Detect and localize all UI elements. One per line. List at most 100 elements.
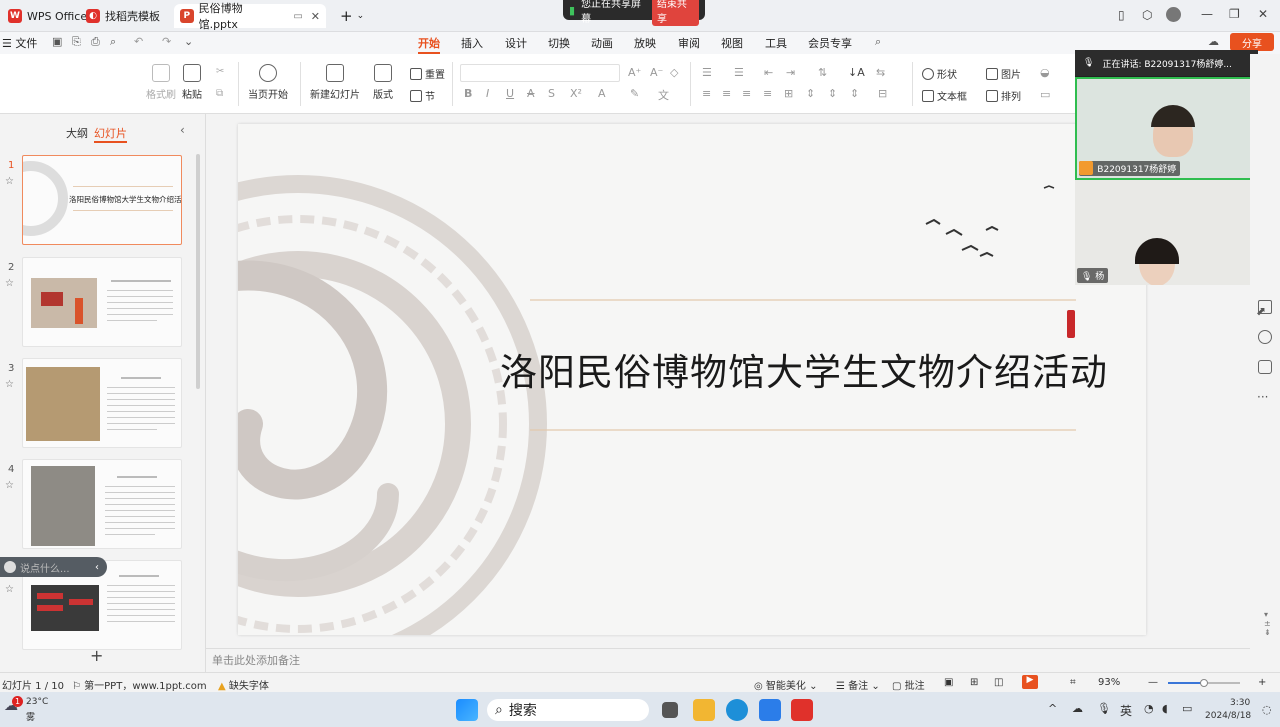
layout-icon[interactable]: ▯ xyxy=(1118,8,1125,22)
shape-button[interactable]: 形状 xyxy=(922,66,957,81)
restore-icon[interactable]: ❐ xyxy=(1229,7,1240,21)
tab-slideshow[interactable]: 放映 xyxy=(634,35,656,51)
bold-icon[interactable]: B xyxy=(464,87,472,100)
taskbar-search[interactable]: ⌕ 搜索 xyxy=(487,699,649,721)
print-icon[interactable]: ⎙ xyxy=(91,35,100,49)
paragraph-spacing-icon[interactable]: ⇕ xyxy=(828,87,837,100)
columns-icon[interactable]: ⇕ xyxy=(850,87,859,100)
normal-view-icon[interactable]: ▣ xyxy=(944,677,953,688)
text-direction-icon[interactable]: ⇅ xyxy=(818,66,827,79)
video-tile-1[interactable]: 🎙 B22091317杨舒婷 xyxy=(1075,77,1258,180)
zoom-slider[interactable] xyxy=(1168,679,1240,687)
add-slide-button[interactable]: + xyxy=(90,646,103,665)
avatar[interactable] xyxy=(1166,7,1181,22)
indent-increase-icon[interactable]: ⇥ xyxy=(786,66,795,79)
star-icon[interactable]: ☆ xyxy=(5,584,14,595)
skin-icon[interactable] xyxy=(1258,360,1272,374)
end-share-button[interactable]: 结束共享 xyxy=(651,0,699,26)
search-icon[interactable]: ⌕ xyxy=(875,35,881,49)
zoom-out-icon[interactable]: — xyxy=(1148,677,1158,688)
export-icon[interactable]: ⎘ xyxy=(72,35,81,49)
panel-scrollbar[interactable] xyxy=(196,154,200,389)
reading-view-icon[interactable]: ◫ xyxy=(994,677,1003,688)
distribute-icon[interactable]: ⊞ xyxy=(784,87,793,100)
collapse-panel-icon[interactable]: ‹ xyxy=(180,123,185,137)
strikethrough-icon[interactable]: A xyxy=(527,87,535,100)
menu-file[interactable]: ☰ 文件 xyxy=(2,35,37,51)
align-center-icon[interactable]: ≡ xyxy=(722,87,731,100)
emoji-icon[interactable] xyxy=(4,561,16,573)
missing-font[interactable]: ▲ 缺失字体 xyxy=(218,677,269,692)
italic-icon[interactable]: I xyxy=(486,87,489,100)
window-close-icon[interactable]: ✕ xyxy=(1258,7,1268,21)
zoom-in-icon[interactable]: + xyxy=(1258,677,1266,688)
cast-icon[interactable]: ▭ xyxy=(293,11,302,22)
volume-icon[interactable]: ◖ xyxy=(1162,702,1168,715)
line-spacing-icon[interactable]: ⇕ xyxy=(806,87,815,100)
start-icon[interactable] xyxy=(456,699,478,721)
preview-icon[interactable]: ⌕ xyxy=(110,35,116,49)
tray-expand-icon[interactable]: ^ xyxy=(1048,702,1057,715)
clock-time[interactable]: 3:30 xyxy=(1230,698,1250,708)
reset-button[interactable]: 重置 xyxy=(410,66,445,81)
tab-member[interactable]: 会员专享 xyxy=(808,35,852,51)
star-icon[interactable]: ☆ xyxy=(5,278,14,289)
paste-button[interactable]: 粘贴 xyxy=(182,64,202,101)
format-painter-button[interactable]: 格式刷 xyxy=(146,64,176,101)
outline-icon[interactable]: ▭ xyxy=(1040,88,1050,101)
comments-button[interactable]: ▢ 批注 xyxy=(892,677,925,692)
tab-template[interactable]: ◐ 找稻壳模板 xyxy=(80,4,166,28)
slide-canvas[interactable]: 洛阳民俗博物馆大学生文物介绍活动 xyxy=(238,124,1146,635)
picture-button[interactable]: 图片 xyxy=(986,66,1021,81)
notification-icon[interactable]: ◌ xyxy=(1262,703,1272,716)
vertical-align-icon[interactable]: ⊟ xyxy=(878,87,887,100)
sort-icon[interactable]: ↓A xyxy=(848,66,865,79)
highlight-icon[interactable]: ✎ xyxy=(630,87,639,100)
align-right-icon[interactable]: ≡ xyxy=(742,87,751,100)
notes-area[interactable]: 单击此处添加备注 xyxy=(206,648,1250,672)
clear-format-icon[interactable]: ◇ xyxy=(670,66,678,79)
task-view-icon[interactable] xyxy=(662,702,678,718)
redo-icon[interactable]: ↷ xyxy=(162,35,171,48)
fill-icon[interactable]: ◒ xyxy=(1040,66,1050,79)
shadow-icon[interactable]: S xyxy=(548,87,555,100)
underline-icon[interactable]: U xyxy=(506,87,514,100)
tab-design[interactable]: 设计 xyxy=(505,35,527,51)
wifi-icon[interactable]: ◔ xyxy=(1144,702,1154,715)
slide-thumb-1[interactable]: 洛阳民俗博物馆大学生文物介绍活动 xyxy=(22,155,182,245)
tab-slides[interactable]: 幻灯片 xyxy=(94,125,127,143)
superscript-icon[interactable]: X² xyxy=(570,87,582,100)
more-options-icon[interactable]: ··· xyxy=(1257,390,1268,404)
chevron-left-icon[interactable]: ‹ xyxy=(95,562,99,573)
tab-animation[interactable]: 动画 xyxy=(591,35,613,51)
ime-indicator[interactable]: 英 xyxy=(1120,702,1132,719)
font-shrink-icon[interactable]: A⁻ xyxy=(650,66,663,79)
convert-icon[interactable]: ⇆ xyxy=(876,66,885,79)
star-icon[interactable]: ☆ xyxy=(5,480,14,491)
tab-view[interactable]: 视图 xyxy=(721,35,743,51)
tab-tools[interactable]: 工具 xyxy=(765,35,787,51)
theme-name[interactable]: ⚐ 第一PPT，www.1ppt.com xyxy=(72,677,207,692)
onedrive-icon[interactable]: ☁ xyxy=(1072,702,1083,715)
indent-decrease-icon[interactable]: ⇤ xyxy=(764,66,773,79)
microphone-icon[interactable]: 🎙 xyxy=(1097,702,1111,715)
cube-icon[interactable]: ⬡ xyxy=(1142,8,1152,22)
font-grow-icon[interactable]: A⁺ xyxy=(628,66,641,79)
tab-document[interactable]: P 民俗博物馆.pptx ▭ ✕ xyxy=(174,2,326,31)
help-icon[interactable] xyxy=(1258,330,1272,344)
zoom-level[interactable]: 93% xyxy=(1098,677,1120,688)
video-tile-2[interactable]: 🎙 杨 xyxy=(1075,180,1258,285)
phonetic-icon[interactable]: 文 xyxy=(658,87,669,103)
tab-insert[interactable]: 插入 xyxy=(461,35,483,51)
more-icon[interactable]: ⌄ xyxy=(184,35,193,48)
smart-beautify-button[interactable]: ◎ 智能美化 ⌄ xyxy=(754,677,817,692)
copy-icon[interactable]: ⧉ xyxy=(216,88,223,99)
minimize-icon[interactable]: — xyxy=(1201,7,1213,21)
slide-thumb-4[interactable] xyxy=(22,459,182,549)
chat-input[interactable]: 说点什么... ‹ xyxy=(0,557,107,577)
font-color-icon[interactable]: A xyxy=(598,87,606,100)
page-nav-icon[interactable]: ▾ ± ⇟ xyxy=(1264,610,1271,637)
tab-review[interactable]: 审阅 xyxy=(678,35,700,51)
slide-thumb-2[interactable] xyxy=(22,257,182,347)
arrange-button[interactable]: 排列 xyxy=(986,88,1021,103)
